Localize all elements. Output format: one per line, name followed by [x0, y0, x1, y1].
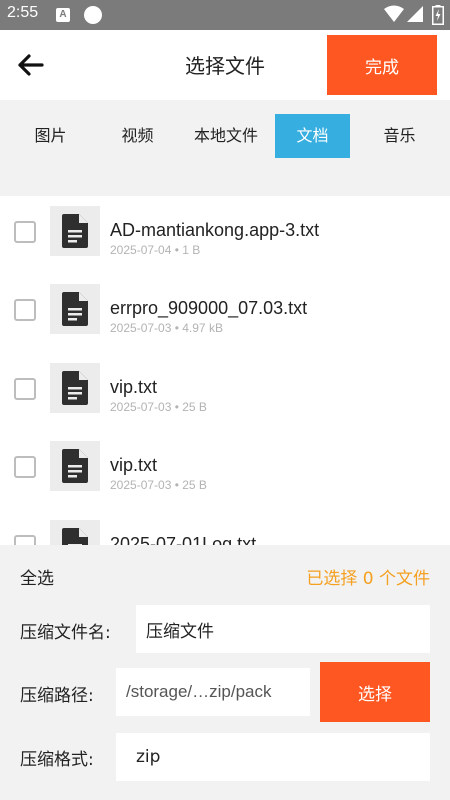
archive-name-input[interactable]: 压缩文件 — [136, 605, 430, 653]
file-checkbox[interactable] — [14, 378, 36, 400]
choose-path-button[interactable]: 选择 — [320, 662, 430, 722]
tab-local-files[interactable]: 本地文件 — [188, 114, 264, 158]
file-row[interactable]: vip.txt 2025-07-03 • 25 B — [0, 431, 450, 509]
circle-notification-icon — [84, 6, 102, 24]
file-checkbox[interactable] — [14, 456, 36, 478]
select-all-button[interactable]: 全选 — [20, 564, 54, 589]
file-name: 2025-07-01Log.txt — [110, 534, 257, 545]
done-button[interactable]: 完成 — [327, 35, 437, 95]
file-name: vip.txt — [110, 377, 158, 397]
signal-icon — [407, 6, 423, 22]
archive-path-label: 压缩路径: — [20, 686, 94, 706]
wifi-icon — [384, 5, 404, 22]
status-time: 2:55 — [7, 4, 39, 21]
file-name: errpro_909000_07.03.txt — [110, 298, 308, 318]
file-row[interactable]: AD-mantiankong.app-3.txt 2025-07-04 • 1 … — [0, 196, 450, 274]
document-icon — [50, 441, 100, 491]
archive-format-select[interactable]: zip — [116, 733, 430, 781]
category-tabs: 图片 视频 本地文件 文档 音乐 — [0, 100, 450, 196]
file-meta: 2025-07-03 • 4.97 kB — [110, 321, 223, 335]
document-icon — [50, 363, 100, 413]
file-meta: 2025-07-03 • 25 B — [110, 478, 207, 492]
file-name: vip.txt — [110, 455, 158, 475]
archive-format-label: 压缩格式: — [20, 750, 94, 770]
file-meta: 2025-07-03 • 25 B — [110, 400, 207, 414]
app-bar: 选择文件 完成 — [0, 30, 450, 100]
status-bar: 2:55 A — [0, 0, 450, 30]
file-row[interactable]: 2025-07-01Log.txt — [0, 510, 450, 545]
file-row[interactable]: vip.txt 2025-07-03 • 25 B — [0, 353, 450, 431]
document-icon — [50, 520, 100, 545]
a-notification-icon: A — [56, 8, 70, 22]
selected-count: 已选择 0 个文件 — [306, 569, 430, 589]
document-icon — [50, 284, 100, 334]
archive-name-label: 压缩文件名: — [20, 623, 111, 643]
file-checkbox[interactable] — [14, 535, 36, 545]
file-list: AD-mantiankong.app-3.txt 2025-07-04 • 1 … — [0, 196, 450, 545]
document-icon — [50, 206, 100, 256]
tab-music[interactable]: 音乐 — [362, 114, 437, 158]
file-checkbox[interactable] — [14, 221, 36, 243]
file-name: AD-mantiankong.app-3.txt — [110, 220, 320, 240]
tab-documents[interactable]: 文档 — [275, 114, 350, 158]
file-meta: 2025-07-04 • 1 B — [110, 243, 201, 257]
file-row[interactable]: errpro_909000_07.03.txt 2025-07-03 • 4.9… — [0, 274, 450, 352]
battery-icon — [432, 5, 444, 25]
tab-videos[interactable]: 视频 — [100, 114, 175, 158]
archive-path-input[interactable]: /storage/…zip/pack — [116, 668, 310, 716]
compress-panel: 全选 已选择 0 个文件 压缩文件名: 压缩文件 压缩路径: /storage/… — [0, 545, 450, 800]
file-checkbox[interactable] — [14, 299, 36, 321]
tab-images[interactable]: 图片 — [13, 114, 88, 158]
